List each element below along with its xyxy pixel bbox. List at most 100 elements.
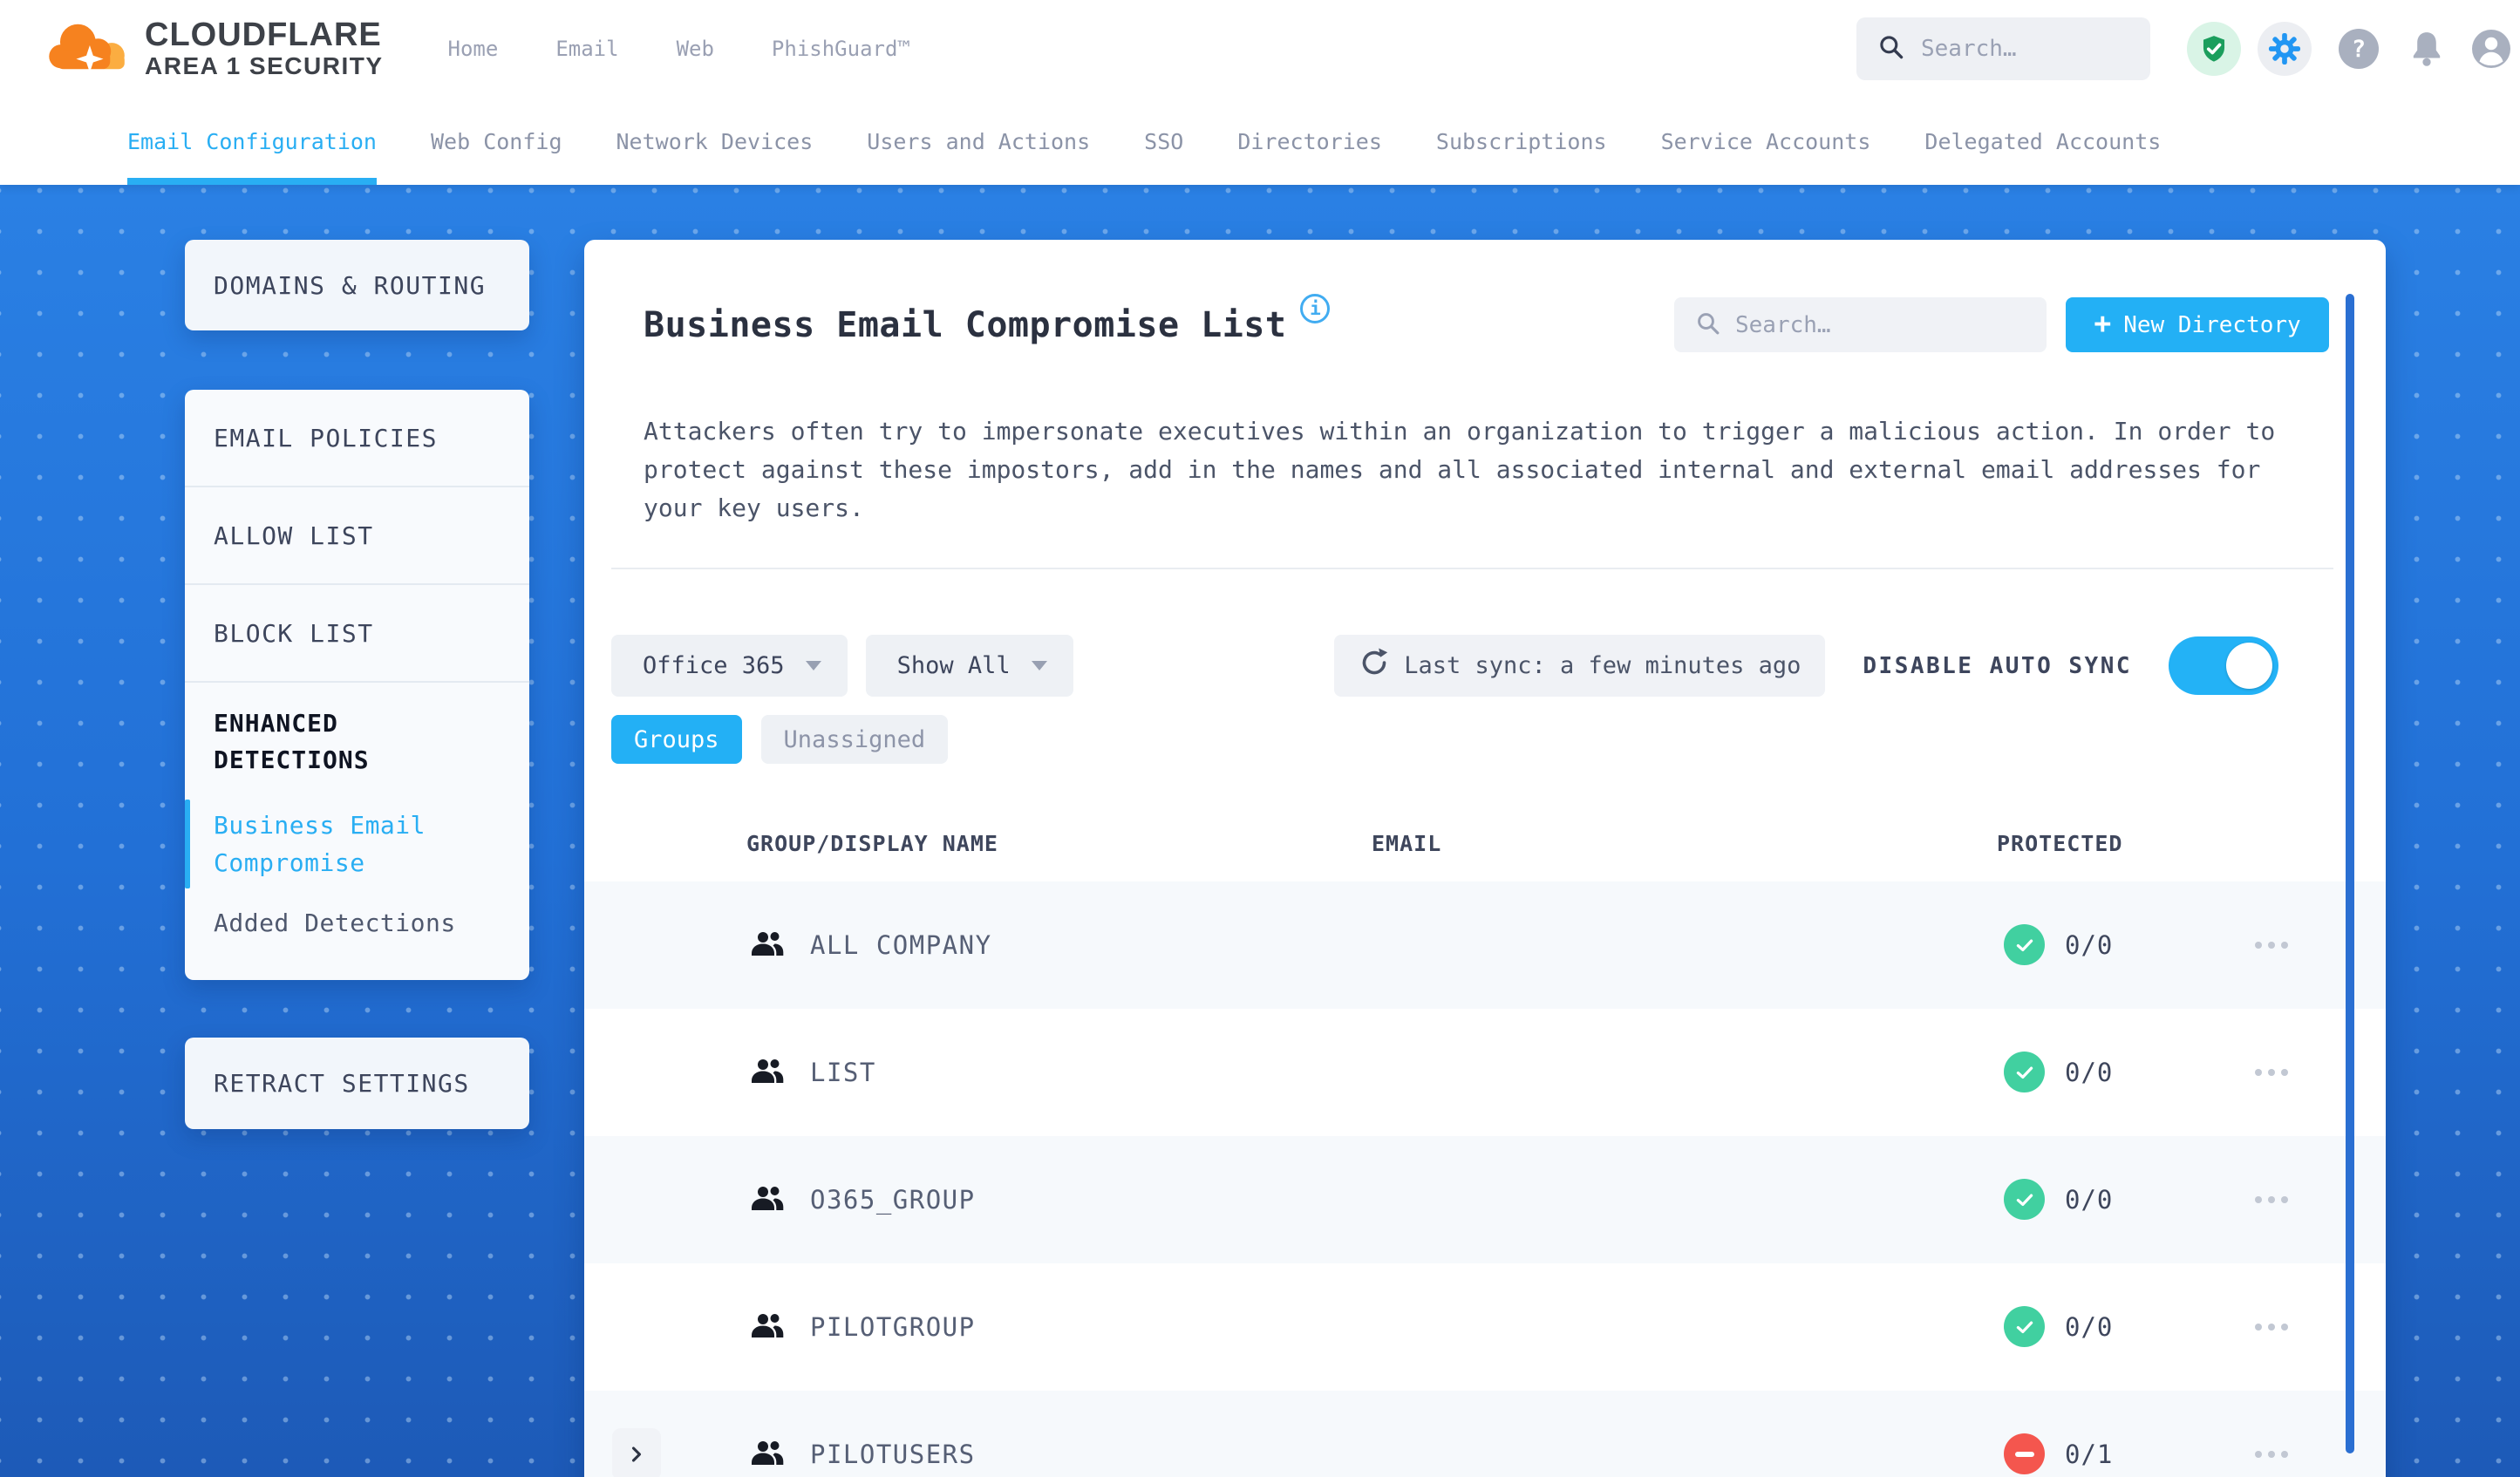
page-description: Attackers often try to impersonate execu… <box>644 417 2276 522</box>
panel-header: Business Email Compromise List i + New D… <box>644 294 2329 352</box>
protected-status-badge <box>2004 1433 2045 1474</box>
table-row[interactable]: ALL COMPANY 0/0 <box>584 881 2386 1009</box>
sidebar-item-business-email-compromise[interactable]: Business Email Compromise <box>185 800 529 888</box>
settings-sidebar: DOMAINS & ROUTING EMAIL POLICIES ALLOW L… <box>185 240 529 1129</box>
protected-count: 0/1 <box>2065 1440 2114 1469</box>
business-email-compromise-label: Business Email Compromise <box>214 811 426 877</box>
chevron-right-icon <box>631 1446 642 1462</box>
global-search-input[interactable] <box>1921 36 2129 62</box>
group-name: PILOTGROUP <box>810 1312 976 1342</box>
sidebar-item-added-detections[interactable]: Added Detections <box>185 904 529 980</box>
sidebar-item-allow-list[interactable]: ALLOW LIST <box>185 487 529 583</box>
scrollbar[interactable] <box>2346 294 2354 1453</box>
protected-status-badge <box>2004 924 2045 965</box>
groups-table: ALL COMPANY 0/0 LIST 0/0 O365_GROUP 0/0 … <box>584 881 2386 1477</box>
group-icon <box>750 1181 785 1220</box>
column-protected: PROTECTED <box>1997 831 2123 856</box>
protected-status-badge <box>2004 1306 2045 1347</box>
tab-network-devices[interactable]: Network Devices <box>616 98 814 185</box>
sidebar-item-block-list[interactable]: BLOCK LIST <box>185 585 529 681</box>
directory-search[interactable] <box>1674 297 2047 352</box>
protected-count: 0/0 <box>2065 1312 2114 1342</box>
page-title: Business Email Compromise List <box>644 304 1287 345</box>
security-shield-icon[interactable] <box>2187 22 2241 76</box>
sidebar-item-domains-routing[interactable]: DOMAINS & ROUTING <box>185 240 529 330</box>
user-account-icon[interactable] <box>2471 29 2511 69</box>
sidebar-item-enhanced-detections[interactable]: ENHANCED DETECTIONS <box>185 683 429 779</box>
global-search[interactable] <box>1856 17 2150 80</box>
table-row[interactable]: LIST 0/0 <box>584 1009 2386 1136</box>
area1-security-app: CLOUDFLARE AREA 1 SECURITY Home Email We… <box>0 0 2520 1477</box>
column-email: EMAIL <box>1372 831 1442 856</box>
nav-email[interactable]: Email <box>555 37 618 61</box>
minus-icon <box>2014 1451 2034 1457</box>
panel-header-actions: + New Directory <box>1674 297 2329 352</box>
content-area: DOMAINS & ROUTING EMAIL POLICIES ALLOW L… <box>0 185 2520 1477</box>
show-filter-value: Show All <box>896 652 1011 679</box>
check-icon <box>2016 1321 2033 1333</box>
nav-phishguard[interactable]: PhishGuard™ <box>772 37 910 61</box>
tab-users-and-actions[interactable]: Users and Actions <box>867 98 1090 185</box>
nav-web[interactable]: Web <box>677 37 714 61</box>
new-directory-button[interactable]: + New Directory <box>2066 297 2329 352</box>
tab-sso[interactable]: SSO <box>1144 98 1183 185</box>
column-group-display-name: GROUP/DISPLAY NAME <box>746 831 998 856</box>
sidebar-item-retract-settings[interactable]: RETRACT SETTINGS <box>185 1038 529 1129</box>
brand-name: CLOUDFLARE <box>145 17 382 53</box>
expand-row-button[interactable] <box>612 1428 661 1477</box>
retract-settings-label: RETRACT SETTINGS <box>214 1069 470 1098</box>
row-actions-menu[interactable] <box>2255 1324 2288 1331</box>
group-icon <box>750 1309 785 1347</box>
sidebar-item-email-policies[interactable]: EMAIL POLICIES <box>185 390 529 486</box>
domains-routing-label: DOMAINS & ROUTING <box>214 270 487 300</box>
table-header: GROUP/DISPLAY NAME EMAIL PROTECTED <box>584 831 2386 866</box>
brand-subtitle: AREA 1 SECURITY <box>145 52 384 79</box>
tab-subscriptions[interactable]: Subscriptions <box>1436 98 1607 185</box>
sidebar-policies-card: EMAIL POLICIES ALLOW LIST BLOCK LIST ENH… <box>185 390 529 980</box>
table-row[interactable]: PILOTUSERS 0/1 <box>584 1391 2386 1477</box>
directory-search-input[interactable] <box>1735 311 2026 338</box>
unassigned-tab[interactable]: Unassigned <box>760 715 949 764</box>
row-actions-menu[interactable] <box>2255 1196 2288 1203</box>
row-actions-menu[interactable] <box>2255 942 2288 949</box>
bec-list-panel: Business Email Compromise List i + New D… <box>584 240 2386 1477</box>
group-name: PILOTUSERS <box>810 1440 976 1469</box>
toggle-knob <box>2226 643 2272 689</box>
table-row[interactable]: O365_GROUP 0/0 <box>584 1136 2386 1263</box>
tab-delegated-accounts[interactable]: Delegated Accounts <box>1924 98 2161 185</box>
show-filter-select[interactable]: Show All <box>865 635 1073 697</box>
header-actions: ? <box>1856 17 2520 80</box>
cloudflare-logo[interactable]: CLOUDFLARE AREA 1 SECURITY <box>45 17 384 81</box>
protected-count: 0/0 <box>2065 930 2114 960</box>
auto-sync-toggle[interactable] <box>2169 636 2278 695</box>
check-icon <box>2016 1066 2033 1079</box>
help-icon[interactable]: ? <box>2339 29 2379 69</box>
chevron-down-icon <box>1031 661 1047 670</box>
view-toggle: Groups Unassigned <box>611 715 2386 764</box>
cloudflare-cloud-icon <box>45 17 131 81</box>
row-actions-menu[interactable] <box>2255 1069 2288 1076</box>
top-header: CLOUDFLARE AREA 1 SECURITY Home Email We… <box>0 0 2520 98</box>
tab-service-accounts[interactable]: Service Accounts <box>1661 98 1871 185</box>
groups-tab[interactable]: Groups <box>611 715 742 764</box>
info-icon[interactable]: i <box>1300 294 1331 323</box>
last-sync-button[interactable]: Last sync: a few minutes ago <box>1334 635 1826 697</box>
tab-directories[interactable]: Directories <box>1237 98 1382 185</box>
settings-tabs: Email Configuration Web Config Network D… <box>0 98 2520 185</box>
row-actions-menu[interactable] <box>2255 1451 2288 1458</box>
nav-home[interactable]: Home <box>448 37 499 61</box>
tab-email-configuration[interactable]: Email Configuration <box>127 98 377 185</box>
settings-gear-icon[interactable] <box>2258 22 2312 76</box>
filter-row: Office 365 Show All Last sync: a few min… <box>611 635 2386 697</box>
auto-sync-label: DISABLE AUTO SYNC <box>1863 652 2132 679</box>
plus-icon: + <box>2094 306 2112 340</box>
divider <box>611 568 2333 569</box>
table-row[interactable]: PILOTGROUP 0/0 <box>584 1263 2386 1391</box>
new-directory-label: New Directory <box>2123 311 2301 338</box>
tab-web-config[interactable]: Web Config <box>431 98 562 185</box>
protected-status-badge <box>2004 1179 2045 1220</box>
group-icon <box>750 927 785 965</box>
directory-source-select[interactable]: Office 365 <box>611 635 848 697</box>
active-item-indicator <box>185 800 190 888</box>
notifications-bell-icon[interactable] <box>2408 30 2445 68</box>
